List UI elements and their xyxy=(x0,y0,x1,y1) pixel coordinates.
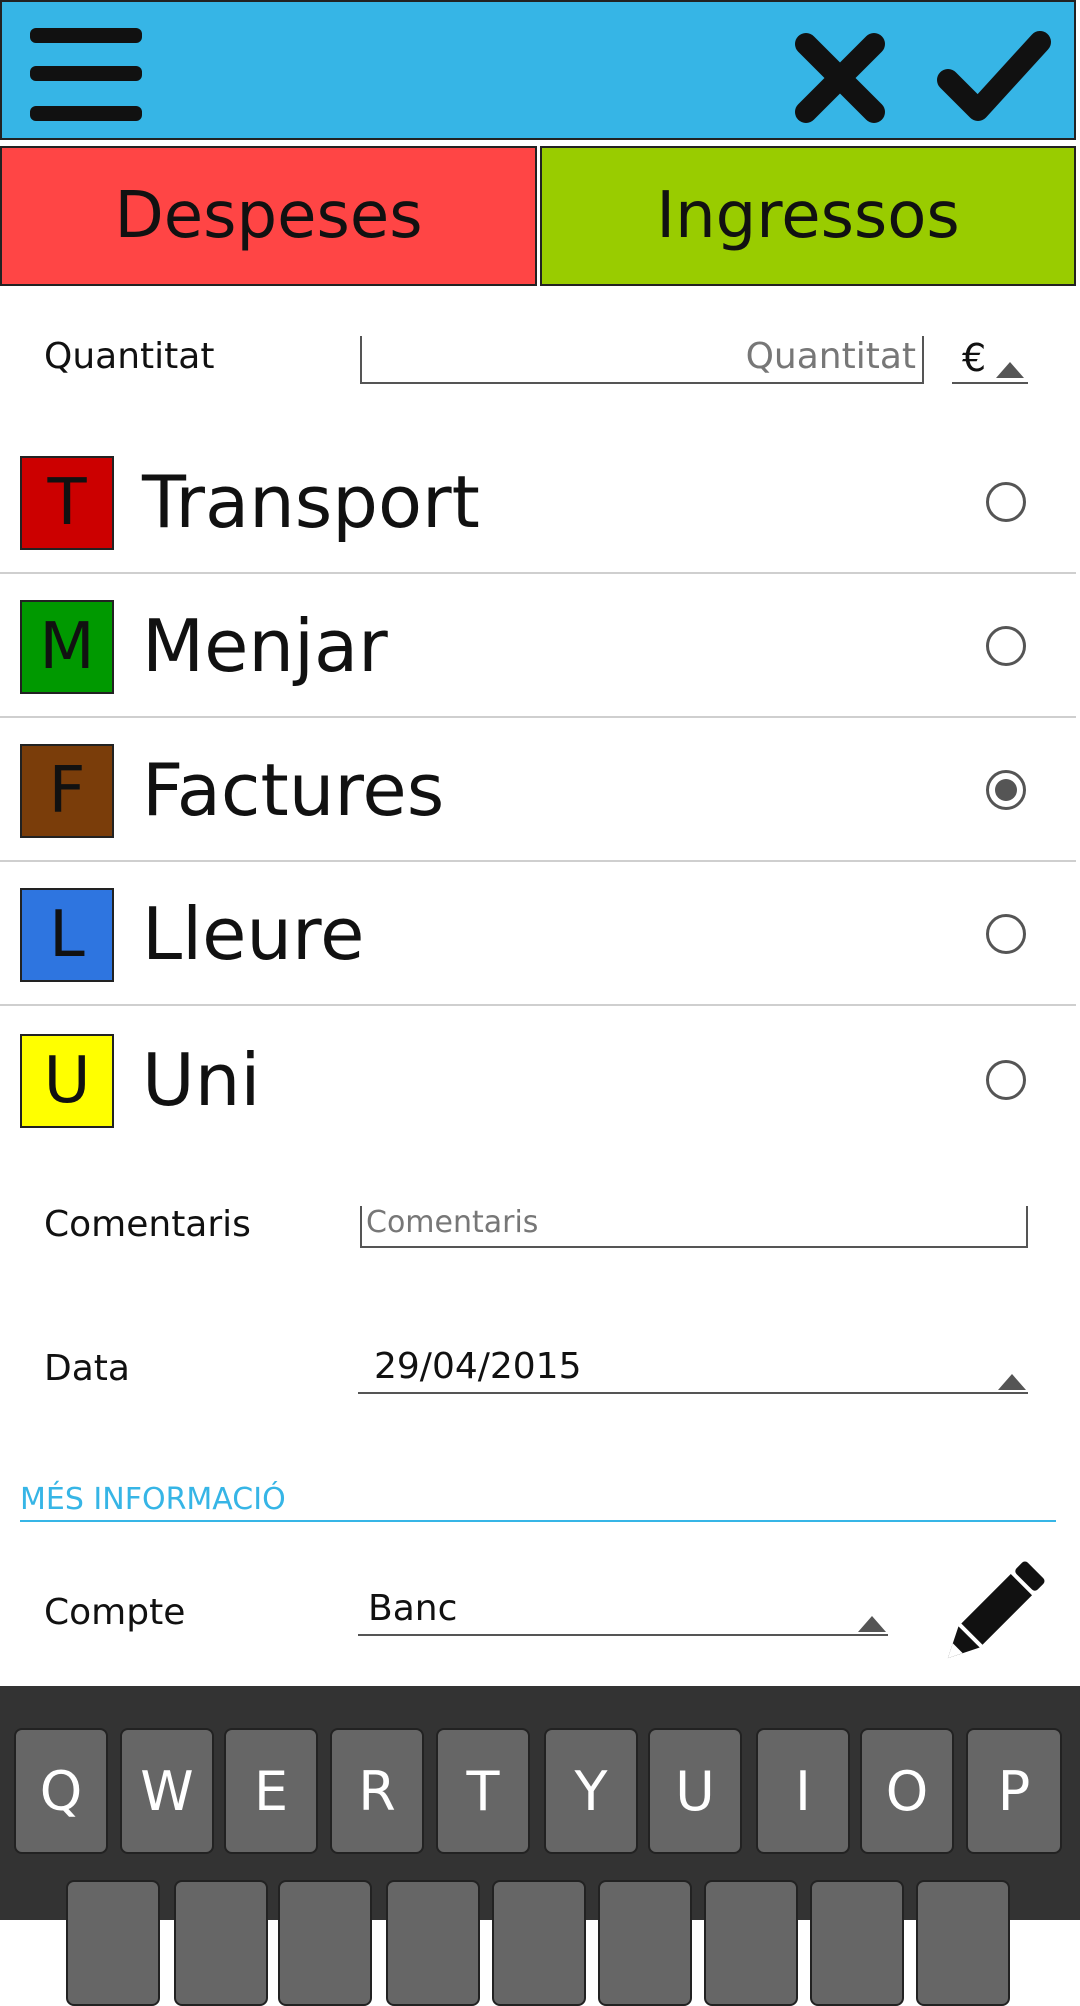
key-w[interactable]: W xyxy=(120,1728,214,1854)
category-label: Menjar xyxy=(142,604,388,688)
category-swatch: F xyxy=(20,744,114,838)
amount-label: Quantitat xyxy=(44,336,215,377)
account-label: Compte xyxy=(44,1592,186,1633)
divider xyxy=(0,1004,1076,1006)
key-i[interactable]: I xyxy=(756,1728,850,1854)
key-row2[interactable] xyxy=(810,1880,904,2006)
category-label: Factures xyxy=(142,748,445,832)
date-picker[interactable]: 29/04/2015 xyxy=(358,1336,1028,1394)
category-letter: L xyxy=(49,898,85,972)
currency-caret-icon xyxy=(996,362,1024,378)
tab-income-label: Ingressos xyxy=(656,179,960,253)
category-row-transport[interactable]: T Transport xyxy=(0,430,1076,574)
category-label: Uni xyxy=(142,1038,261,1122)
category-letter: F xyxy=(48,754,86,828)
account-value: Banc xyxy=(368,1588,458,1629)
comments-field-right-edge xyxy=(1026,1206,1028,1248)
more-info-heading: MÉS INFORMACIÓ xyxy=(20,1482,286,1517)
key-row2[interactable] xyxy=(174,1880,268,2006)
category-letter: M xyxy=(39,610,95,684)
key-p[interactable]: P xyxy=(966,1728,1062,1854)
date-label: Data xyxy=(44,1348,130,1389)
category-label: Transport xyxy=(142,460,480,544)
category-swatch: L xyxy=(20,888,114,982)
category-radio[interactable] xyxy=(986,914,1026,954)
key-row2[interactable] xyxy=(598,1880,692,2006)
comments-input[interactable] xyxy=(360,1198,1028,1248)
key-o[interactable]: O xyxy=(860,1728,954,1854)
key-r[interactable]: R xyxy=(330,1728,424,1854)
category-label: Lleure xyxy=(142,892,365,976)
amount-input[interactable] xyxy=(360,330,922,384)
date-value: 29/04/2015 xyxy=(374,1346,582,1387)
account-caret-icon xyxy=(858,1616,886,1632)
check-icon[interactable] xyxy=(936,28,1052,126)
key-row2[interactable] xyxy=(916,1880,1010,2006)
on-screen-keyboard: Q W E R T Y U I O P xyxy=(0,1686,1080,2006)
currency-value: € xyxy=(962,336,987,380)
date-caret-icon xyxy=(998,1374,1026,1390)
key-u[interactable]: U xyxy=(648,1728,742,1854)
category-radio[interactable] xyxy=(986,1060,1026,1100)
category-swatch: T xyxy=(20,456,114,550)
account-select[interactable]: Banc xyxy=(358,1580,888,1636)
tab-expenses-label: Despeses xyxy=(114,179,423,253)
category-swatch: M xyxy=(20,600,114,694)
category-swatch: U xyxy=(20,1034,114,1128)
more-info-divider xyxy=(20,1520,1056,1522)
category-row-menjar[interactable]: M Menjar xyxy=(0,574,1076,718)
key-row2[interactable] xyxy=(278,1880,372,2006)
hamburger-icon[interactable] xyxy=(30,28,142,122)
category-letter: T xyxy=(47,466,87,540)
key-row2[interactable] xyxy=(386,1880,480,2006)
category-row-uni[interactable]: U Uni xyxy=(0,1008,1076,1152)
amount-field-right-edge xyxy=(922,336,924,384)
top-app-bar xyxy=(0,0,1076,140)
currency-select[interactable]: € xyxy=(952,330,1028,384)
key-row2[interactable] xyxy=(492,1880,586,2006)
tab-income[interactable]: Ingressos xyxy=(540,146,1076,286)
key-y[interactable]: Y xyxy=(544,1728,638,1854)
category-letter: U xyxy=(43,1044,91,1118)
category-radio-selected[interactable] xyxy=(986,770,1026,810)
pencil-icon[interactable] xyxy=(932,1558,1050,1672)
key-e[interactable]: E xyxy=(224,1728,318,1854)
category-radio[interactable] xyxy=(986,626,1026,666)
tab-expenses[interactable]: Despeses xyxy=(0,146,537,286)
key-q[interactable]: Q xyxy=(14,1728,108,1854)
category-row-factures[interactable]: F Factures xyxy=(0,718,1076,862)
category-radio[interactable] xyxy=(986,482,1026,522)
key-row2[interactable] xyxy=(704,1880,798,2006)
close-icon[interactable] xyxy=(794,32,886,124)
comments-label: Comentaris xyxy=(44,1204,251,1245)
key-t[interactable]: T xyxy=(436,1728,530,1854)
key-row2[interactable] xyxy=(66,1880,160,2006)
category-row-lleure[interactable]: L Lleure xyxy=(0,862,1076,1006)
